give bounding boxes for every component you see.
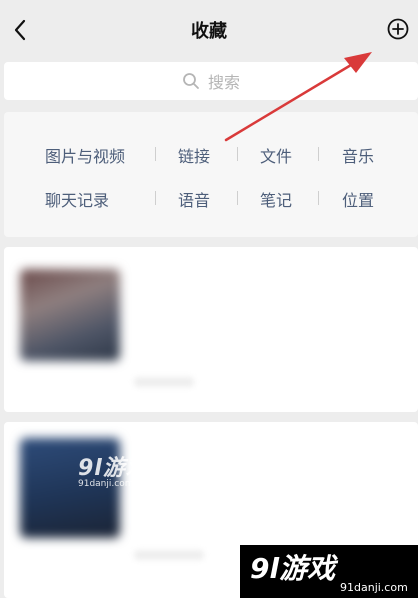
annotation-arrow [224, 52, 372, 142]
